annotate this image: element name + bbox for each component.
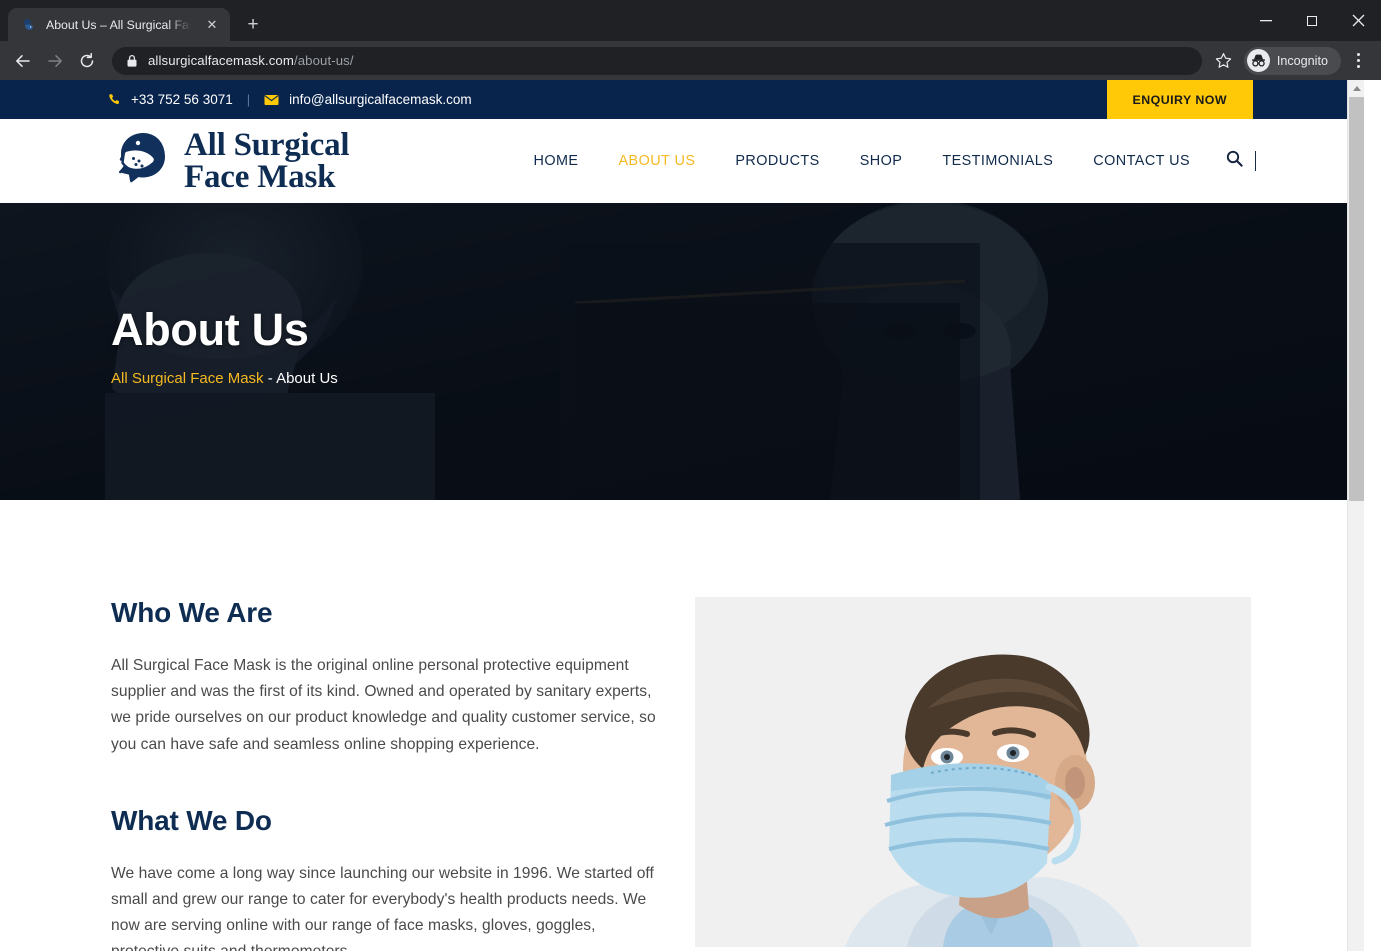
- logo-line-1: All Surgical: [184, 127, 350, 163]
- phone-contact[interactable]: +33 752 56 3071: [108, 92, 233, 107]
- url-text: allsurgicalfacemask.com/about-us/: [148, 53, 1190, 68]
- browser-titlebar: About Us – All Surgical Face Mask ✕ +: [0, 0, 1381, 41]
- section-body: All Surgical Face Mask is the original o…: [111, 657, 656, 753]
- hero-content: About Us All Surgical Face Mask - About …: [111, 307, 338, 387]
- phone-icon: [108, 93, 121, 106]
- browser-tab[interactable]: About Us – All Surgical Face Mask ✕: [8, 8, 230, 41]
- site-header: All Surgical Face Mask HOME ABOUT US PRO…: [0, 119, 1364, 203]
- nav-item-home[interactable]: HOME: [513, 153, 598, 169]
- close-icon[interactable]: ✕: [203, 16, 221, 34]
- tab-strip: About Us – All Surgical Face Mask ✕ +: [0, 0, 267, 41]
- masked-head-logo-icon: [112, 128, 174, 195]
- tab-title: About Us – All Surgical Face Mask: [46, 17, 194, 32]
- window-controls: [1243, 0, 1381, 41]
- lock-icon: [126, 54, 138, 68]
- logo-line-2: Face Mask: [184, 159, 336, 195]
- envelope-icon: [264, 94, 279, 106]
- site-logo[interactable]: All Surgical Face Mask: [112, 127, 350, 195]
- nav-item-products[interactable]: PRODUCTS: [715, 153, 839, 169]
- page-title: About Us: [111, 304, 309, 355]
- back-icon[interactable]: [8, 46, 38, 76]
- page-viewport: +33 752 56 3071 | info@allsurgicalfacema…: [0, 80, 1381, 951]
- nav-item-shop[interactable]: SHOP: [840, 153, 923, 169]
- site-favicon: [21, 17, 37, 33]
- section-body: We have come a long way since launching …: [111, 864, 654, 951]
- breadcrumb-separator: -: [267, 370, 273, 387]
- page-scrollbar[interactable]: [1347, 80, 1364, 951]
- logo-wordmark: All Surgical Face Mask: [184, 127, 350, 195]
- url-domain: allsurgicalfacemask.com: [148, 53, 294, 68]
- topbar-separator: |: [246, 92, 251, 107]
- breadcrumb: All Surgical Face Mask - About Us: [111, 370, 338, 387]
- breadcrumb-home-link[interactable]: All Surgical Face Mask: [111, 370, 264, 387]
- phone-number: +33 752 56 3071: [131, 92, 233, 107]
- enquiry-now-button[interactable]: ENQUIRY NOW: [1106, 80, 1253, 119]
- website-page: +33 752 56 3071 | info@allsurgicalfacema…: [0, 80, 1364, 951]
- incognito-icon: [1246, 49, 1270, 72]
- site-topbar: +33 752 56 3071 | info@allsurgicalfacema…: [0, 80, 1364, 119]
- bookmark-star-icon[interactable]: [1210, 47, 1238, 75]
- main-content: Who We Are All Surgical Face Mask is the…: [0, 500, 1364, 951]
- search-divider: [1255, 151, 1256, 171]
- address-bar[interactable]: allsurgicalfacemask.com/about-us/: [112, 46, 1202, 75]
- image-column: [695, 597, 1252, 947]
- section-who-we-are: Who We Are All Surgical Face Mask is the…: [111, 597, 664, 758]
- email-contact[interactable]: info@allsurgicalfacemask.com: [264, 92, 472, 107]
- minimize-icon[interactable]: [1243, 0, 1289, 41]
- masked-man-photo: [695, 597, 1251, 947]
- nav-item-about-us[interactable]: ABOUT US: [598, 153, 715, 169]
- text-column: Who We Are All Surgical Face Mask is the…: [111, 597, 664, 951]
- nav-item-contact-us[interactable]: CONTACT US: [1073, 153, 1210, 169]
- new-tab-button[interactable]: +: [239, 10, 267, 38]
- nav-item-testimonials[interactable]: TESTIMONIALS: [922, 153, 1073, 169]
- browser-menu-icon[interactable]: [1345, 46, 1371, 76]
- header-search[interactable]: [1210, 150, 1256, 172]
- email-address: info@allsurgicalfacemask.com: [289, 92, 472, 107]
- reload-icon[interactable]: [72, 46, 102, 76]
- browser-toolbar: allsurgicalfacemask.com/about-us/ Incogn…: [0, 41, 1381, 80]
- hero-banner: About Us All Surgical Face Mask - About …: [0, 203, 1364, 500]
- section-heading: Who We Are: [111, 597, 273, 628]
- forward-icon[interactable]: [40, 46, 70, 76]
- incognito-label: Incognito: [1276, 53, 1328, 68]
- window-close-icon[interactable]: [1335, 0, 1381, 41]
- maximize-icon[interactable]: [1289, 0, 1335, 41]
- scrollbar-thumb[interactable]: [1349, 97, 1364, 501]
- breadcrumb-current: About Us: [276, 370, 338, 387]
- scroll-up-arrow[interactable]: [1348, 80, 1364, 97]
- browser-window: About Us – All Surgical Face Mask ✕ +: [0, 0, 1381, 951]
- search-icon[interactable]: [1226, 150, 1243, 172]
- url-path: /about-us/: [293, 53, 354, 68]
- main-navigation: HOME ABOUT US PRODUCTS SHOP TESTIMONIALS…: [513, 150, 1256, 172]
- section-what-we-do: What We Do We have come a long way since…: [111, 805, 664, 951]
- section-heading: What We Do: [111, 804, 272, 836]
- incognito-indicator[interactable]: Incognito: [1243, 46, 1341, 75]
